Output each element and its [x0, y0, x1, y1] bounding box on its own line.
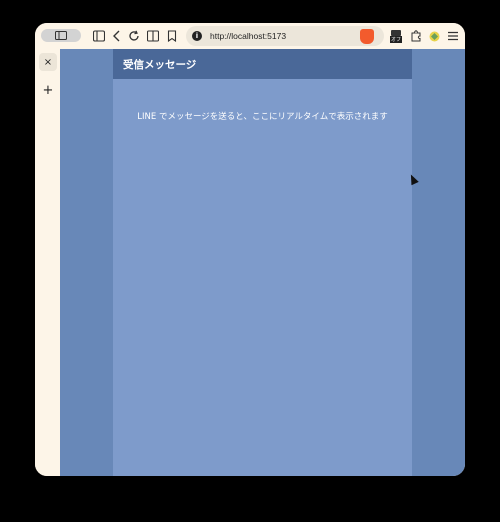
- address-bar[interactable]: i http://localhost:5173: [186, 26, 384, 46]
- brave-shields-icon[interactable]: [360, 29, 374, 44]
- back-icon: [113, 30, 120, 42]
- site-info-icon[interactable]: i: [192, 31, 202, 41]
- reload-button[interactable]: [125, 27, 143, 45]
- split-view-icon: [147, 30, 159, 42]
- new-tab-button[interactable]: +: [39, 81, 57, 99]
- puzzle-icon: [411, 30, 421, 42]
- empty-state-message: LINE でメッセージを送ると、ここにリアルタイムで表示されます: [137, 112, 388, 122]
- browser-toolbar: i http://localhost:5173 オフ: [35, 23, 465, 49]
- panel-title: 受信メッセージ: [123, 58, 197, 71]
- reload-icon: [129, 30, 139, 41]
- panel-header: 受信メッセージ: [113, 49, 412, 79]
- address-url: http://localhost:5173: [210, 31, 287, 41]
- menu-icon: [448, 31, 458, 41]
- page-viewport: 受信メッセージ LINE でメッセージを送ると、ここにリアルタイムで表示されます: [60, 49, 465, 476]
- extensions-button[interactable]: [407, 27, 425, 45]
- sidebar-toggle-icon: [55, 31, 67, 40]
- bookmark-icon: [167, 30, 177, 42]
- message-panel: 受信メッセージ LINE でメッセージを送ると、ここにリアルタイムで表示されます: [113, 49, 412, 476]
- browser-window: i http://localhost:5173 オフ × + 受信メッセージ L…: [35, 23, 465, 476]
- close-tab-button[interactable]: ×: [39, 53, 57, 71]
- split-view-button[interactable]: [144, 27, 162, 45]
- tab-sidebar-icon: [93, 30, 105, 42]
- tab-sidebar-button[interactable]: [90, 27, 108, 45]
- extension-button[interactable]: オフ: [388, 27, 404, 45]
- ai-assistant-icon: [429, 31, 439, 41]
- extension-badge: オフ: [389, 36, 402, 43]
- sidebar-toggle-button[interactable]: [41, 29, 81, 42]
- vertical-tab-strip: × +: [35, 49, 60, 476]
- back-button[interactable]: [108, 27, 126, 45]
- menu-button[interactable]: [444, 27, 462, 45]
- ai-assistant-button[interactable]: [425, 27, 443, 45]
- bookmark-button[interactable]: [163, 27, 181, 45]
